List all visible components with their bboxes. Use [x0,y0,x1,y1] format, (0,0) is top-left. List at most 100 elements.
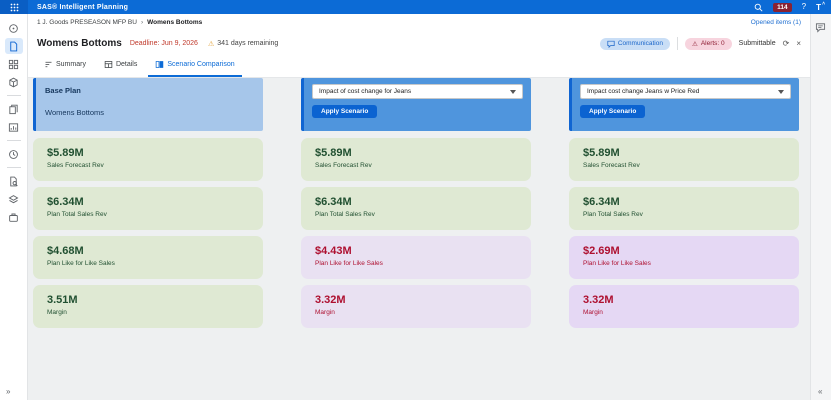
sidebar-divider [6,140,21,141]
metric-value: $2.69M [583,245,620,257]
layers-icon [8,194,19,203]
scenario-comparison-board: Base Plan Womens Bottoms $5.89M Sales Fo… [28,78,810,400]
base-plan-title: Base Plan [45,86,81,95]
scenario2-dropdown-value: Impact cost change Jeans w Price Red [587,88,700,95]
scenario2-column: Impact cost change Jeans w Price Red App… [569,78,799,400]
bar-chart-icon [8,122,19,132]
metric-card: $5.89M Sales Forecast Rev [301,138,531,181]
metric-card: $2.69M Plan Like for Like Sales [569,236,799,279]
breadcrumb-current: Womens Bottoms [147,19,203,26]
metric-card: $4.68M Plan Like for Like Sales [33,236,263,279]
scenario1-dropdown-value: Impact of cost change for Jeans [319,88,412,95]
compare-columns-icon [156,61,164,68]
speech-bubble-icon [607,40,615,48]
metric-label: Margin [47,309,67,316]
sidebar-item-plans[interactable] [4,38,23,54]
metric-value: $6.34M [583,196,620,208]
sidebar-divider [6,167,21,168]
deadline-text: Deadline: Jun 9, 2026 [129,40,198,47]
communication-button[interactable]: Communication [599,37,670,50]
document-icon [10,41,18,51]
chevron-down-icon [778,89,784,94]
opened-items-link[interactable]: Opened items (1) [751,19,801,26]
base-plan-header-card[interactable]: Base Plan Womens Bottoms [33,78,263,131]
scenario2-dropdown[interactable]: Impact cost change Jeans w Price Red [580,84,791,99]
right-rail: « [810,14,831,400]
avatar-initial: T [816,2,821,12]
tab-scenario-comparison[interactable]: Scenario Comparison [148,55,242,77]
page-title: Womens Bottoms [37,38,122,49]
metric-card: $6.34M Plan Total Sales Rev [33,187,263,230]
metric-value: 3.51M [47,294,78,306]
left-sidebar: » [0,14,28,400]
metric-label: Margin [315,309,335,316]
tab-bar: Summary Details Scenario Comparison [28,56,810,78]
summary-icon [45,61,52,68]
tab-summary[interactable]: Summary [37,55,93,77]
metric-label: Plan Total Sales Rev [47,211,107,218]
chevron-down-icon [510,89,516,94]
sidebar-item-documents[interactable] [5,101,23,117]
sidebar-divider [6,95,21,96]
metric-label: Plan Like for Like Sales [315,260,383,267]
help-icon[interactable]: ? [802,3,806,11]
communication-label: Communication [617,40,663,47]
metric-value: $5.89M [315,147,352,159]
sidebar-expand-button[interactable]: » [6,387,10,396]
scenario2-apply-button[interactable]: Apply Scenario [580,105,646,118]
alerts-badge[interactable]: ⚠ Alerts: 0 [684,37,732,50]
table-icon [104,61,113,68]
cube-icon [9,77,18,87]
sidebar-item-home[interactable] [5,20,23,36]
notification-badge[interactable]: 114 [773,2,792,12]
user-avatar[interactable]: T ˄ [816,1,825,12]
scenario1-dropdown[interactable]: Impact of cost change for Jeans [312,84,523,99]
base-plan-subtitle: Womens Bottoms [45,108,105,117]
metric-card: $6.34M Plan Total Sales Rev [569,187,799,230]
metric-label: Margin [583,309,603,316]
warning-icon: ⚠ [207,40,215,48]
breadcrumb: 1 J. Goods PRESEASON MFP BU › Womens Bot… [28,14,810,31]
metric-card: 3.51M Margin [33,285,263,328]
search-icon[interactable] [754,3,763,12]
scenario1-column: Impact of cost change for Jeans Apply Sc… [301,78,531,400]
scenario1-apply-button[interactable]: Apply Scenario [312,105,378,118]
tab-details-label: Details [115,61,138,68]
metric-label: Plan Total Sales Rev [315,211,375,218]
alert-warning-icon: ⚠ [691,40,698,48]
metric-card: $6.34M Plan Total Sales Rev [301,187,531,230]
top-app-bar: SAS® Intelligent Planning 114 ? T ˄ [0,0,831,14]
sidebar-item-history[interactable] [5,146,23,162]
scenario1-header-card: Impact of cost change for Jeans Apply Sc… [301,78,531,131]
tab-details[interactable]: Details [97,55,144,77]
metric-label: Plan Total Sales Rev [583,211,643,218]
metric-label: Plan Like for Like Sales [47,260,115,267]
sidebar-item-reports[interactable] [5,119,23,135]
refresh-icon[interactable]: ⟳ [783,39,790,48]
sidebar-item-products[interactable] [5,74,23,90]
sidebar-item-jobs[interactable] [5,209,23,225]
close-icon[interactable]: × [796,39,801,48]
metric-label: Sales Forecast Rev [47,162,104,169]
alerts-label: Alerts: 0 [700,40,725,47]
metric-card: 3.32M Margin [301,285,531,328]
chevron-up-icon: ˄ [822,0,825,7]
metric-label: Sales Forecast Rev [315,162,372,169]
home-icon [9,23,18,33]
metric-label: Plan Like for Like Sales [583,260,651,267]
sidebar-item-workbench[interactable] [5,56,23,72]
metric-value: $4.68M [47,245,84,257]
sidebar-item-audit[interactable] [5,173,23,189]
comments-panel-icon[interactable] [815,22,826,33]
breadcrumb-parent[interactable]: 1 J. Goods PRESEASON MFP BU [37,19,137,26]
grid-icon [8,59,19,69]
rail-collapse-button[interactable]: « [818,387,822,396]
app-title: SAS® Intelligent Planning [37,3,129,11]
apps-grid-button[interactable] [0,0,28,14]
clock-icon [9,149,18,159]
briefcase-icon [9,213,18,222]
metric-card: $5.89M Sales Forecast Rev [569,138,799,181]
sidebar-item-data[interactable] [5,191,23,207]
main-content: 1 J. Goods PRESEASON MFP BU › Womens Bot… [28,14,810,400]
metric-value: 3.32M [315,294,346,306]
